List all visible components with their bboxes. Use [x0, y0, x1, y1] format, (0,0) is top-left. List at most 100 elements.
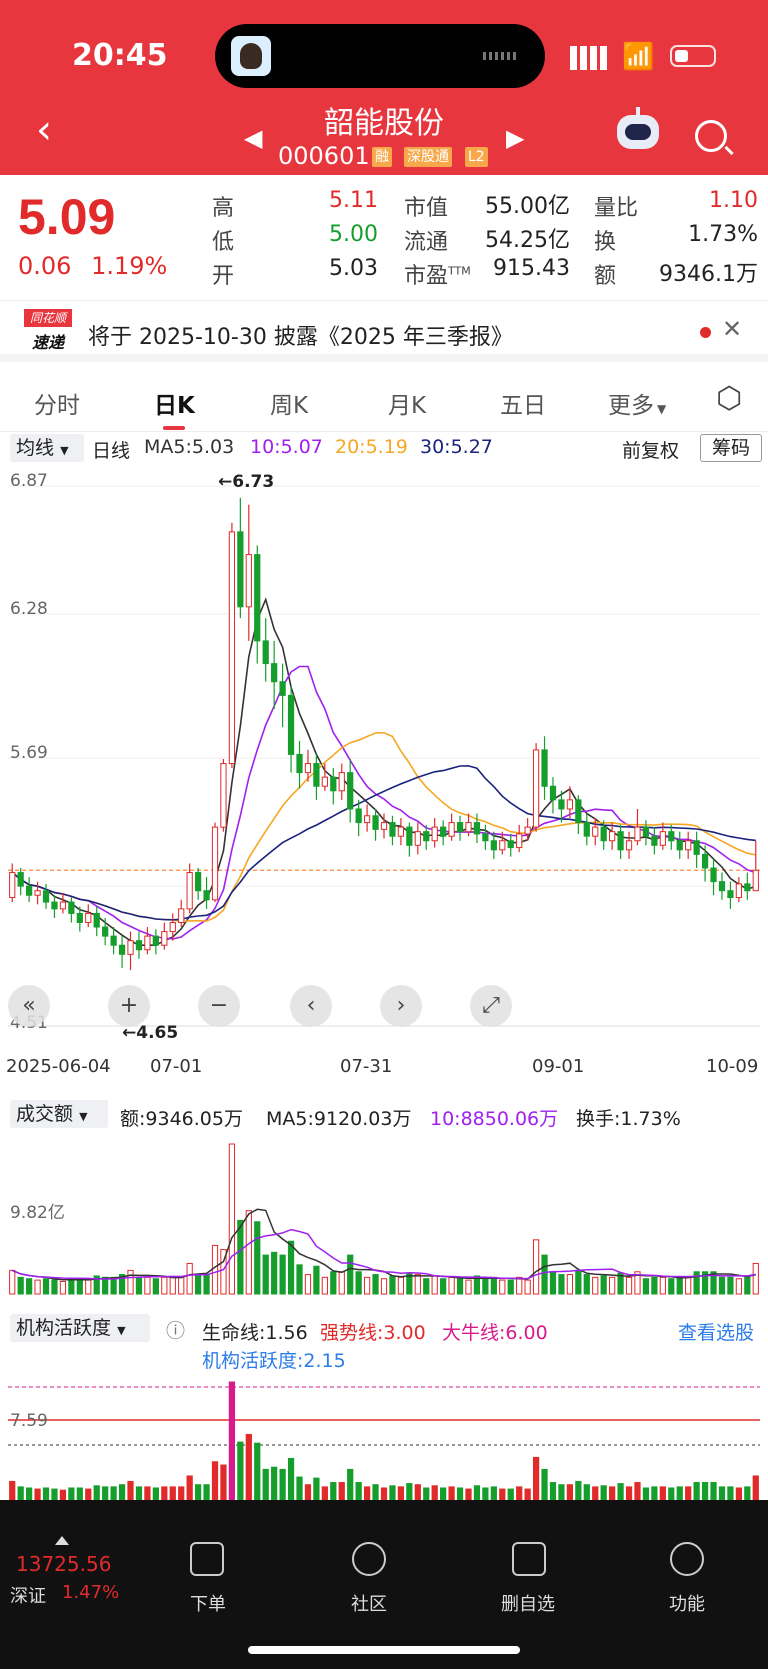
candle: [194, 872, 202, 892]
tab-more[interactable]: 更多 ▼: [608, 386, 666, 420]
volume-bar: [296, 1264, 303, 1295]
ma-dropdown[interactable]: 均线 ▼: [10, 434, 84, 462]
volume-bar: [161, 1276, 168, 1295]
activity-bar: [178, 1486, 185, 1501]
prev-arrow-icon[interactable]: ◀: [244, 124, 262, 152]
scroll-left-icon[interactable]: ‹: [290, 985, 332, 1027]
candle: [330, 776, 337, 792]
activity-bar: [718, 1486, 726, 1501]
candle: [642, 826, 650, 837]
zoom-out-range-icon[interactable]: «: [8, 985, 50, 1027]
chevron-down-icon: ▼: [60, 444, 69, 457]
ma5-value: MA5:5.03: [144, 436, 235, 458]
activity-bar: [169, 1486, 176, 1501]
view-screener-link[interactable]: 查看选股: [678, 1318, 754, 1345]
ma-indicator-row: 均线 ▼ 日线 MA5:5.03 10:5.07 20:5.19 30:5.27…: [0, 434, 768, 464]
community-button[interactable]: 社区: [329, 1590, 409, 1616]
volume-bar: [532, 1239, 540, 1295]
volume-bar: [752, 1262, 759, 1295]
activity-bar: [59, 1489, 67, 1501]
next-arrow-icon[interactable]: ▶: [506, 124, 524, 152]
tab-weekly-k[interactable]: 周K: [270, 386, 308, 420]
volratio-value: 1.10: [709, 188, 758, 213]
fullscreen-icon[interactable]: ⤢: [470, 985, 512, 1027]
help-icon[interactable]: ⓘ: [166, 1316, 185, 1343]
logo-top: 同花顺: [24, 309, 72, 327]
x-tick-label: 07-01: [150, 1056, 202, 1077]
up-arrow-icon: [55, 1536, 69, 1545]
back-icon[interactable]: ‹: [36, 110, 52, 150]
bull-line: 大牛线:6.00: [442, 1322, 548, 1344]
volume-dropdown[interactable]: 成交额 ▼: [10, 1100, 108, 1128]
activity-bar: [693, 1482, 700, 1501]
candle: [169, 922, 176, 933]
search-icon[interactable]: [695, 120, 727, 152]
tab-intraday[interactable]: 分时: [34, 386, 80, 420]
volume-bar: [347, 1254, 354, 1295]
order-button[interactable]: 下单: [168, 1590, 248, 1616]
pe-ttm: TTM: [448, 264, 471, 278]
volume-bar: [355, 1271, 362, 1295]
tab-monthly-k[interactable]: 月K: [388, 386, 426, 420]
audio-wave-icon: [483, 52, 519, 60]
activity-bar: [347, 1468, 354, 1501]
volume-bar: [135, 1276, 143, 1295]
activity-bar: [51, 1488, 58, 1501]
candle: [609, 831, 616, 842]
candle: [178, 908, 185, 924]
volume-bar: [178, 1276, 185, 1295]
activity-bar: [473, 1485, 481, 1501]
index-value[interactable]: 13725.56: [16, 1552, 111, 1576]
activity-bar: [144, 1486, 151, 1501]
tab-five-day[interactable]: 五日: [500, 386, 546, 420]
remove-watchlist-icon[interactable]: [512, 1542, 546, 1576]
candle: [659, 831, 666, 846]
candle: [161, 931, 168, 946]
candle: [499, 840, 506, 851]
open-value: 5.03: [329, 256, 378, 281]
candle: [262, 640, 269, 665]
connect-tag: 深股通: [404, 147, 452, 167]
community-icon[interactable]: [352, 1542, 386, 1576]
activity-bar: [254, 1442, 261, 1501]
tab-more-label: 更多: [608, 393, 654, 419]
candle: [710, 867, 717, 883]
candle: [135, 940, 143, 951]
tab-daily-k[interactable]: 日K: [154, 386, 195, 420]
notice-bar[interactable]: 同花顺 速递 将于 2025-10-30 披露《2025 年三季报》 ✕: [0, 300, 768, 362]
activity-bar: [161, 1486, 168, 1501]
app-header: 20:45 📶 ‹ ◀ 韶能股份 ▶ 000601 融 深股通 L2: [0, 0, 768, 175]
activity-bar: [135, 1486, 143, 1501]
activity-bar: [507, 1488, 514, 1501]
chip-button[interactable]: 筹码: [700, 434, 762, 462]
activity-bar: [304, 1484, 312, 1501]
scroll-right-icon[interactable]: ›: [380, 985, 422, 1027]
battery-icon: [670, 45, 716, 67]
activity-bar: [431, 1485, 438, 1501]
activity-bar: [321, 1486, 328, 1501]
zoom-in-icon[interactable]: +: [108, 985, 150, 1027]
close-icon[interactable]: ✕: [722, 315, 742, 343]
functions-button[interactable]: 功能: [647, 1590, 727, 1616]
activity-dropdown[interactable]: 机构活跃度 ▼: [10, 1314, 150, 1342]
activity-bar: [490, 1486, 497, 1501]
settings-hex-icon[interactable]: ⬡: [716, 384, 742, 414]
functions-icon[interactable]: [670, 1542, 704, 1576]
period-tabs: 分时 日K 周K 月K 五日 更多 ▼ ⬡: [0, 372, 768, 432]
ma30-line: [11, 765, 756, 921]
robot-icon[interactable]: [617, 107, 659, 149]
adjust-toggle[interactable]: 前复权: [622, 436, 679, 463]
candle: [85, 912, 92, 924]
activity-bar: [676, 1486, 683, 1501]
candle: [42, 890, 50, 903]
order-icon[interactable]: [190, 1542, 224, 1576]
remove-watchlist-button[interactable]: 删自选: [488, 1590, 568, 1616]
volume-bar: [144, 1276, 151, 1295]
volume-bar: [211, 1244, 219, 1295]
activity-bar: [456, 1487, 464, 1501]
candle: [693, 840, 700, 855]
activity-bar: [685, 1486, 692, 1501]
pe-label-text: 市盈: [404, 264, 449, 289]
zoom-out-icon[interactable]: −: [198, 985, 240, 1027]
volume-bar: [456, 1278, 464, 1295]
